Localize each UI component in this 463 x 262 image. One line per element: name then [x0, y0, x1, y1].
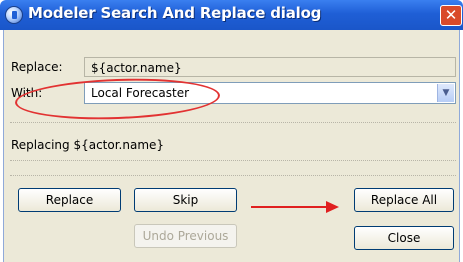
title-bar[interactable]: Modeler Search And Replace dialog ✕ — [0, 0, 463, 30]
separator — [10, 122, 456, 123]
undo-previous-button: Undo Previous — [134, 224, 237, 248]
arrow-annotation — [251, 206, 330, 208]
close-icon: ✕ — [444, 6, 458, 24]
close-button[interactable]: Close — [354, 226, 454, 250]
status-text: Replacing ${actor.name} — [11, 138, 165, 152]
replace-all-button[interactable]: Replace All — [354, 188, 454, 212]
app-icon — [5, 6, 23, 24]
search-replace-dialog: Modeler Search And Replace dialog ✕ Repl… — [0, 0, 463, 262]
window-title: Modeler Search And Replace dialog — [28, 4, 322, 22]
replace-button[interactable]: Replace — [18, 188, 121, 212]
dialog-body: Replace: ${actor.name} With: Local Forec… — [3, 30, 460, 262]
chevron-down-icon[interactable]: ▼ — [437, 84, 454, 102]
close-window-button[interactable]: ✕ — [440, 5, 462, 26]
separator — [10, 175, 456, 176]
skip-button[interactable]: Skip — [134, 188, 237, 212]
replace-field: ${actor.name} — [84, 57, 456, 77]
separator — [10, 160, 456, 161]
arrow-head — [326, 201, 339, 213]
replace-label: Replace: — [11, 60, 63, 74]
